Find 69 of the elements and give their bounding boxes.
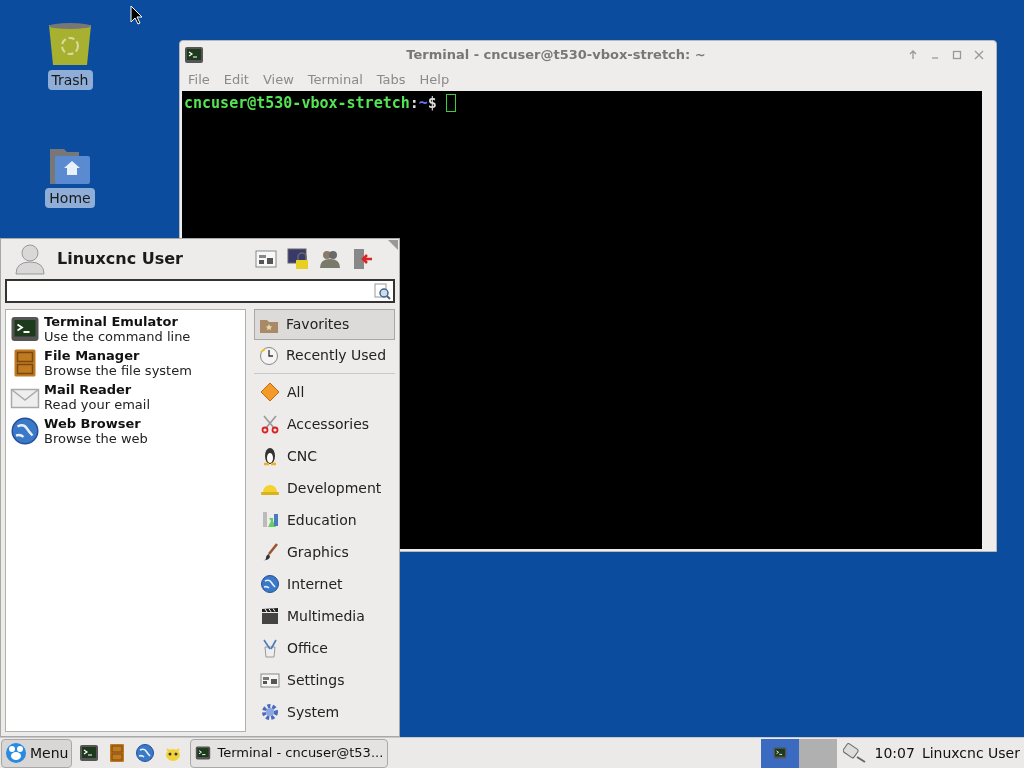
menu-category[interactable]: Settings: [254, 664, 395, 696]
arrow-up-icon[interactable]: [908, 50, 918, 60]
settings-icon[interactable]: [255, 250, 277, 268]
users-icon[interactable]: [319, 248, 341, 270]
menu-category[interactable]: Favorites: [254, 309, 395, 340]
trash-can-icon[interactable]: [47, 22, 93, 66]
clapperboard-icon: [260, 606, 280, 626]
globe-icon: [135, 743, 156, 763]
app-description: Use the command line: [44, 329, 191, 344]
flask-icon: [260, 510, 280, 530]
terminal-icon: [10, 314, 40, 344]
mouse-logo-icon: [5, 742, 27, 764]
user-name[interactable]: Linuxcnc User: [919, 742, 1023, 764]
terminal-prompt: cncuser@t530-vbox-stretch:~$: [184, 93, 437, 113]
corner-resize-icon[interactable]: [388, 240, 398, 250]
app-name: Terminal Emulator: [44, 314, 179, 329]
lock-screen-icon[interactable]: [287, 248, 309, 270]
workspace-pager-cell[interactable]: [760, 738, 799, 768]
app-name: Web Browser: [44, 416, 142, 431]
menu-category[interactable]: Education: [254, 504, 395, 536]
app-name: File Manager: [44, 348, 141, 363]
terminal-icon: [184, 45, 204, 65]
mouse-cursor-icon: [130, 5, 144, 25]
workspace-pager-cell[interactable]: [798, 738, 837, 768]
menu-category[interactable]: Recently Used: [254, 340, 395, 371]
menu-button[interactable]: Menu: [1, 738, 73, 768]
globe-icon: [10, 416, 40, 446]
app-list-item[interactable]: Terminal Emulator Use the command line: [10, 314, 241, 344]
maximize-icon[interactable]: [952, 50, 962, 60]
settings-icon: [260, 670, 280, 690]
close-icon[interactable]: [974, 50, 984, 60]
user-name: Linuxcnc User: [57, 248, 184, 270]
app-list-item[interactable]: Web Browser Browse the web: [10, 416, 241, 446]
app-list-item[interactable]: Mail Reader Read your email: [10, 382, 241, 412]
gear-icon: [260, 702, 280, 722]
clock-icon: [259, 345, 279, 366]
globe-icon: [260, 574, 280, 594]
app-list-item[interactable]: File Manager Browse the file system: [10, 348, 241, 378]
terminal-icon: [79, 743, 100, 763]
app-name: Mail Reader: [44, 382, 133, 397]
menu-category[interactable]: Office: [254, 632, 395, 664]
app-description: Browse the file system: [44, 363, 192, 378]
diamond-icon: [260, 382, 280, 402]
app-description: Browse the web: [44, 431, 148, 446]
menu-category[interactable]: Accessories: [254, 408, 395, 440]
menu-category[interactable]: Graphics: [254, 536, 395, 568]
window-title: Terminal - cncuser@t530-vbox-stretch: ~: [405, 46, 707, 65]
clock[interactable]: 10:07: [872, 742, 917, 764]
search-icon: [374, 282, 391, 300]
menu-category[interactable]: CNC: [254, 440, 395, 472]
scissors-icon: [260, 414, 280, 434]
desktop-icon-label[interactable]: Trash: [47, 70, 93, 90]
home-folder-icon[interactable]: [49, 148, 91, 184]
user-avatar-icon: [13, 243, 47, 275]
pen-cup-icon: [260, 638, 280, 658]
menu-category[interactable]: All: [254, 376, 395, 408]
menu-category[interactable]: System: [254, 696, 395, 728]
network-cable-icon[interactable]: [842, 742, 867, 764]
terminal-icon: [772, 746, 787, 760]
search-field[interactable]: [5, 279, 395, 303]
terminal-icon: [195, 745, 212, 761]
menu-category[interactable]: Internet: [254, 568, 395, 600]
logout-icon[interactable]: [351, 248, 373, 270]
desktop-icon-label[interactable]: Home: [45, 188, 95, 208]
taskbar-window-button[interactable]: Terminal - cncuser@t53...: [190, 738, 389, 768]
text-cursor: [445, 94, 456, 112]
menu-category[interactable]: Development: [254, 472, 395, 504]
menu-category[interactable]: Multimedia: [254, 600, 395, 632]
app-description: Read your email: [44, 397, 150, 412]
